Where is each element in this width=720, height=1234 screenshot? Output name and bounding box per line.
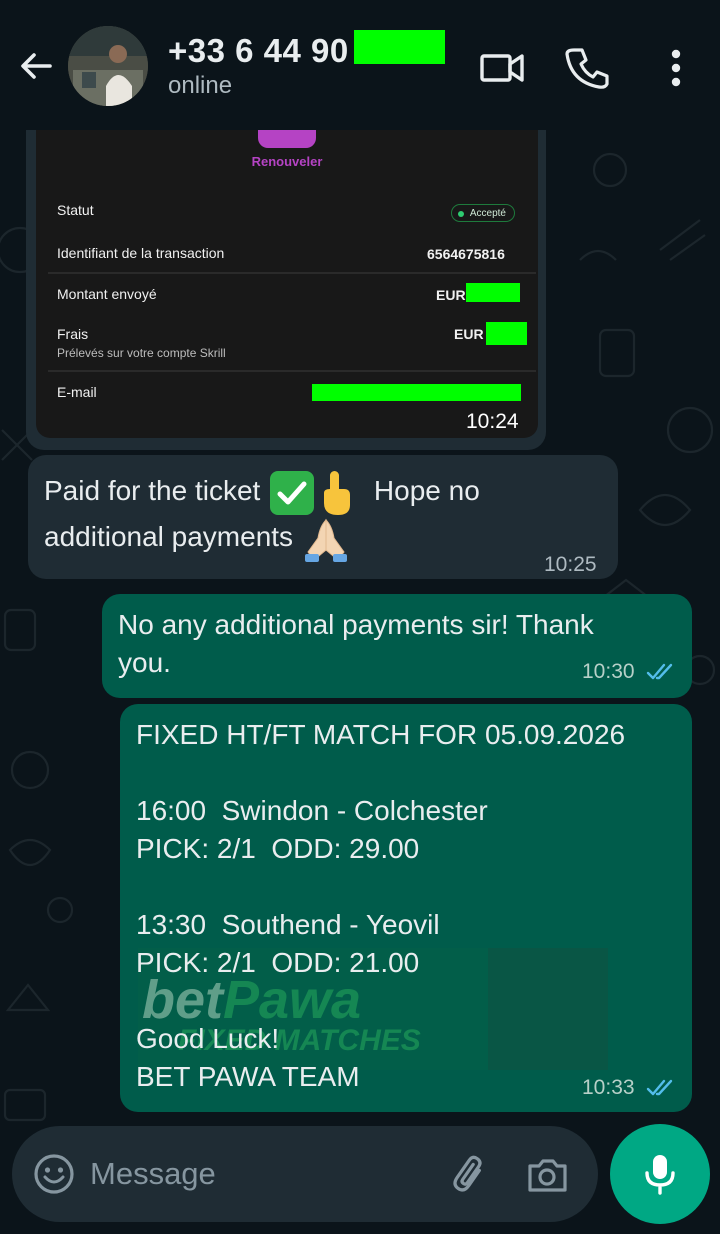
folded-hands-emoji-icon — [304, 518, 347, 562]
renew-label: Renouveler — [251, 154, 323, 169]
contact-name[interactable]: +33 6 44 90 — [168, 32, 349, 70]
contact-avatar[interactable] — [68, 26, 148, 106]
message-time: 10:25 — [544, 553, 597, 576]
message-line: PICK: 2/1 ODD: 29.00 — [136, 833, 420, 864]
message-line — [136, 982, 625, 1020]
message-line: No any additional payments sir! Thank — [118, 609, 594, 640]
message-time: 10:24 — [466, 410, 519, 433]
message-line: Hope no — [373, 475, 480, 506]
more-options-icon[interactable] — [650, 42, 702, 94]
message-composer: Message — [12, 1126, 598, 1222]
message-line: BET PAWA TEAM — [136, 1061, 360, 1092]
message-line: Paid for the ticket — [44, 475, 261, 506]
status-badge: Accepté — [451, 204, 515, 222]
message-line — [136, 868, 625, 906]
voice-message-button[interactable] — [610, 1124, 710, 1224]
message-input[interactable]: Message — [90, 1156, 216, 1192]
message-line: 13:30 Southend - Yeovil — [136, 909, 440, 940]
fees-sublabel: Prélevés sur votre compte Skrill — [57, 346, 226, 360]
message-time: 10:33 — [582, 1076, 635, 1099]
message-text: Paid for the ticket Hope no — [44, 467, 480, 517]
read-receipt-icon — [646, 663, 673, 680]
transaction-value: 6564675816 — [427, 246, 505, 262]
amount-currency: EUR — [436, 287, 466, 303]
back-arrow-icon[interactable] — [14, 44, 58, 88]
email-label: E-mail — [57, 384, 97, 400]
received-message[interactable]: Paid for the ticket Hope no additional p… — [28, 455, 618, 579]
divider — [48, 272, 536, 274]
message-text: additional payments — [44, 513, 351, 564]
microphone-icon — [645, 1155, 675, 1195]
attachment-paperclip-icon[interactable] — [448, 1152, 494, 1198]
voice-call-icon[interactable] — [562, 42, 614, 94]
status-dot-icon — [458, 211, 464, 217]
camera-icon[interactable] — [524, 1152, 570, 1198]
redaction-mark — [312, 384, 521, 401]
check-mark-emoji-icon — [270, 470, 315, 515]
transaction-label: Identifiant de la transaction — [57, 245, 225, 261]
message-line — [136, 754, 625, 792]
message-time: 10:30 — [582, 660, 635, 683]
sent-message[interactable]: betPawa FIXED MATCHES FIXED HT/FT MATCH … — [120, 704, 692, 1112]
fees-label: Frais — [57, 326, 89, 342]
message-line: Good Luck! — [136, 1023, 280, 1054]
message-line: 16:00 Swindon - Colchester — [136, 795, 488, 826]
video-call-icon[interactable] — [476, 42, 528, 94]
status-value: Accepté — [469, 208, 506, 219]
message-text: FIXED HT/FT MATCH FOR 05.09.2026 16:00 S… — [136, 716, 625, 1096]
pointing-up-emoji-icon — [324, 470, 351, 515]
amount-label: Montant envoyé — [57, 286, 157, 302]
message-line: you. — [118, 647, 171, 678]
redaction-mark — [354, 30, 445, 64]
message-line: PICK: 2/1 ODD: 21.00 — [136, 947, 420, 978]
fees-currency: EUR — [454, 326, 484, 342]
status-label: Statut — [57, 202, 94, 218]
emoji-icon[interactable] — [32, 1152, 76, 1196]
sent-message[interactable]: No any additional payments sir! Thank yo… — [102, 594, 692, 698]
divider — [48, 370, 536, 372]
redaction-mark — [466, 283, 520, 302]
redaction-mark — [486, 322, 527, 345]
message-line: additional payments — [44, 521, 294, 552]
contact-status: online — [168, 72, 233, 99]
read-receipt-icon — [646, 1079, 673, 1096]
chat-header: +33 6 44 90 online — [0, 0, 720, 130]
message-line: FIXED HT/FT MATCH FOR 05.09.2026 — [136, 719, 626, 750]
